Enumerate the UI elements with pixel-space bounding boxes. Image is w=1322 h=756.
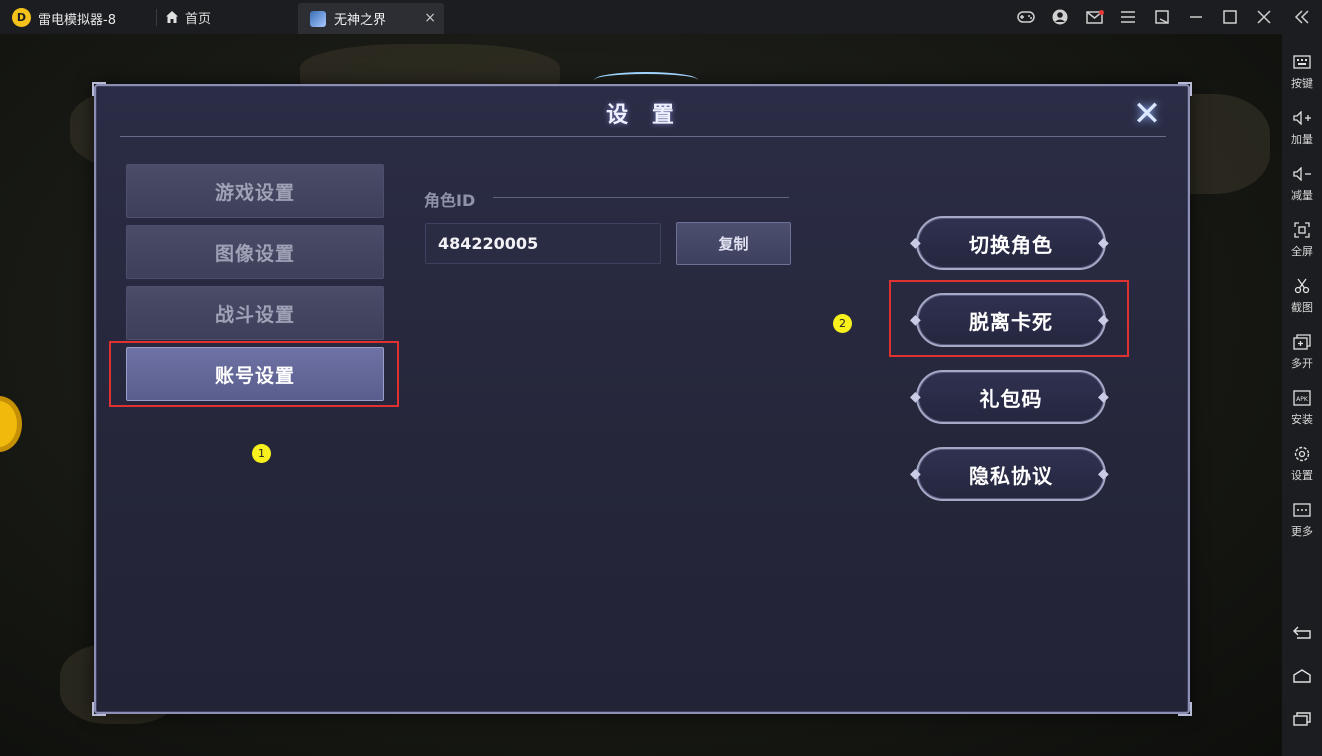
step-marker-1: 1 xyxy=(252,444,271,463)
switch-role-button[interactable]: ◆ 切换角色 ◆ xyxy=(910,216,1109,270)
step-marker-2: 2 xyxy=(833,314,852,333)
highlight-box-account-settings xyxy=(109,341,399,407)
action-label: 礼包码 xyxy=(979,386,1043,411)
sidebar-item-label: 多开 xyxy=(1291,357,1313,370)
role-id-field[interactable]: 484220005 xyxy=(425,223,661,264)
frame-corner xyxy=(92,82,106,96)
maximize-icon[interactable] xyxy=(1220,8,1240,26)
apk-install-icon: APK xyxy=(1291,388,1313,408)
copy-button-label: 复制 xyxy=(718,235,749,253)
ornament-left-icon: ◆ xyxy=(910,389,922,405)
home-tab[interactable]: 首页 xyxy=(165,6,211,28)
sidebar-item-screenshot[interactable]: 截图 xyxy=(1282,276,1322,326)
sidebar-item-settings[interactable]: 设置 xyxy=(1282,444,1322,494)
game-tab-label: 无神之界 xyxy=(334,13,387,28)
game-tab[interactable]: 无神之界 × xyxy=(298,3,444,34)
gamepad-icon[interactable] xyxy=(1016,8,1036,26)
settings-gear-icon xyxy=(1291,444,1313,464)
mail-icon[interactable] xyxy=(1085,8,1105,26)
action-label: 切换角色 xyxy=(969,232,1053,257)
fullscreen-icon xyxy=(1291,220,1313,240)
dialog-title: 设 置 xyxy=(606,103,682,128)
back-icon[interactable] xyxy=(1291,623,1313,641)
nav-label: 战斗设置 xyxy=(214,303,295,326)
role-id-label: 角色ID xyxy=(424,191,476,210)
keyboard-icon xyxy=(1291,52,1313,72)
highlight-box-unstuck xyxy=(889,280,1129,357)
user-icon[interactable] xyxy=(1050,8,1070,26)
popout-icon[interactable] xyxy=(1152,8,1172,26)
privacy-policy-button[interactable]: ◆ 隐私协议 ◆ xyxy=(910,447,1109,501)
sidebar-item-keymap[interactable]: 按键 xyxy=(1282,52,1322,102)
volume-down-icon xyxy=(1291,164,1313,184)
home-icon xyxy=(166,11,178,23)
recent-apps-icon[interactable] xyxy=(1291,710,1313,728)
ornament-right-icon: ◆ xyxy=(1098,235,1110,251)
sidebar-item-label: 减量 xyxy=(1291,189,1313,202)
home-nav-icon[interactable] xyxy=(1291,667,1313,685)
sidebar-item-volume-up[interactable]: 加量 xyxy=(1282,108,1322,158)
title-divider xyxy=(120,136,1166,137)
frame-corner xyxy=(92,702,106,716)
home-tab-label: 首页 xyxy=(185,11,212,27)
sidebar-item-label: 按键 xyxy=(1291,77,1313,90)
role-id-divider xyxy=(493,197,789,198)
sidebar-item-install-apk[interactable]: APK 安装 xyxy=(1282,388,1322,438)
sidebar-item-multi-instance[interactable]: 多开 xyxy=(1282,332,1322,382)
collapse-sidebar-icon[interactable] xyxy=(1292,8,1312,26)
nav-game-settings[interactable]: 游戏设置 xyxy=(126,164,384,218)
role-id-value: 484220005 xyxy=(438,234,539,253)
sidebar-item-label: 安装 xyxy=(1291,413,1313,426)
title-bar: D 雷电模拟器-8 首页 无神之界 × xyxy=(0,0,1322,34)
ornament-right-icon: ◆ xyxy=(1098,389,1110,405)
tab-close-icon[interactable]: × xyxy=(424,11,436,25)
sidebar-item-label: 截图 xyxy=(1291,301,1313,314)
frame-corner xyxy=(1178,82,1192,96)
dialog-close-icon[interactable]: ✕ xyxy=(1130,97,1164,132)
sidebar-item-label: 加量 xyxy=(1291,133,1313,146)
ornament-right-icon: ◆ xyxy=(1098,466,1110,482)
nav-label: 图像设置 xyxy=(214,242,295,265)
ornament-left-icon: ◆ xyxy=(910,466,922,482)
gift-code-button[interactable]: ◆ 礼包码 ◆ xyxy=(910,370,1109,424)
game-app-icon xyxy=(310,10,326,27)
more-icon xyxy=(1291,500,1313,520)
sidebar-item-label: 更多 xyxy=(1291,525,1313,538)
menu-icon[interactable] xyxy=(1118,8,1138,26)
app-logo-icon: D xyxy=(12,8,31,27)
nav-label: 游戏设置 xyxy=(214,181,295,204)
copy-button[interactable]: 复制 xyxy=(676,222,791,265)
ornament-left-icon: ◆ xyxy=(910,235,922,251)
frame-corner xyxy=(1178,702,1192,716)
emulator-sidebar: 按键 加量 减量 全屏 截图 多开 APK 安装 设置 更多 xyxy=(1282,34,1322,756)
sidebar-item-volume-down[interactable]: 减量 xyxy=(1282,164,1322,214)
minimize-icon[interactable] xyxy=(1186,8,1206,26)
nav-graphics-settings[interactable]: 图像设置 xyxy=(126,225,384,279)
scissors-icon xyxy=(1291,276,1313,296)
title-ornament xyxy=(594,72,698,88)
sidebar-item-fullscreen[interactable]: 全屏 xyxy=(1282,220,1322,270)
nav-combat-settings[interactable]: 战斗设置 xyxy=(126,286,384,340)
volume-up-icon xyxy=(1291,108,1313,128)
svg-text:APK: APK xyxy=(1296,396,1309,403)
sidebar-item-more[interactable]: 更多 xyxy=(1282,500,1322,550)
app-title: 雷电模拟器-8 xyxy=(38,13,116,28)
action-label: 隐私协议 xyxy=(969,463,1053,488)
multi-instance-icon xyxy=(1291,332,1313,352)
floating-ball-icon[interactable] xyxy=(0,396,22,452)
close-icon[interactable] xyxy=(1254,8,1274,26)
title-separator xyxy=(156,9,157,26)
sidebar-item-label: 设置 xyxy=(1291,469,1313,482)
sidebar-item-label: 全屏 xyxy=(1291,245,1313,258)
